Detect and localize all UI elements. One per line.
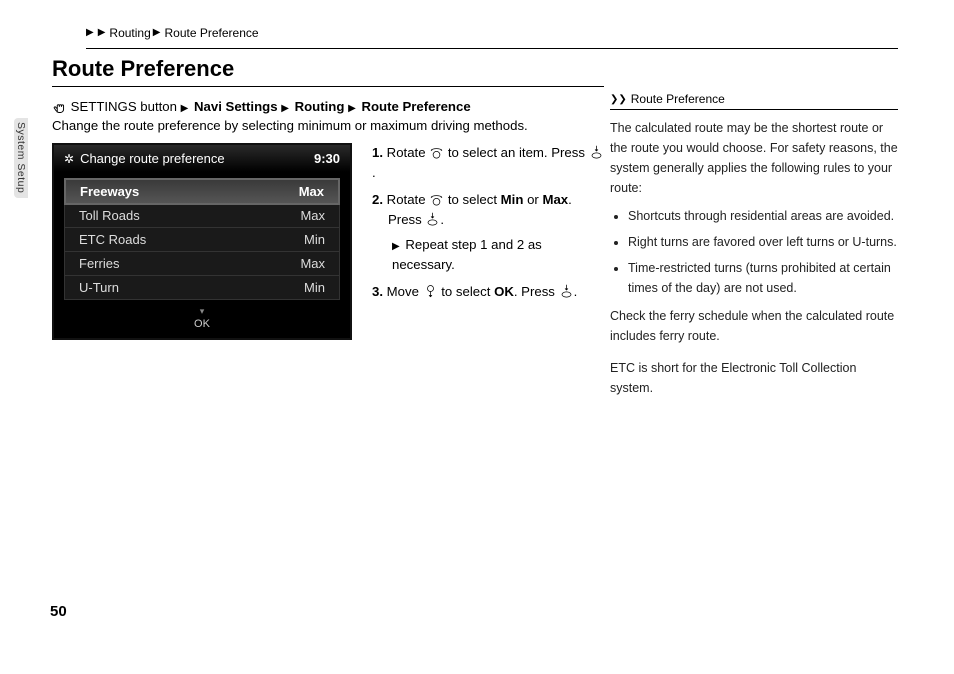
sidebar-bullet: Time-restricted turns (turns prohibited … xyxy=(628,258,898,298)
step-bold: Max xyxy=(542,192,568,207)
breadcrumb: ▶ ▶ Routing ▶ Route Preference xyxy=(86,22,898,49)
screenshot-row-value: Max xyxy=(300,208,325,223)
screenshot-title: Change route preference xyxy=(80,151,225,166)
sidebar-bullet: Right turns are favored over left turns … xyxy=(628,232,898,252)
rotate-dial-icon xyxy=(429,145,444,160)
nav-path-seg: Navi Settings xyxy=(194,99,278,114)
sidebar-title: Route Preference xyxy=(631,92,725,106)
triangle-icon: ▶ xyxy=(98,28,106,38)
sidebar-intro: The calculated route may be the shortest… xyxy=(610,118,898,198)
section-tab-label: System Setup xyxy=(15,122,27,193)
step-text: . xyxy=(568,192,572,207)
move-dial-icon xyxy=(423,284,438,299)
description: Change the route preference by selecting… xyxy=(52,118,604,133)
step-text: to select xyxy=(441,284,490,299)
page-number: 50 xyxy=(50,603,67,620)
nav-path-seg: Route Preference xyxy=(361,99,470,114)
triangle-icon: ▶ xyxy=(281,103,289,114)
breadcrumb-seg: Route Preference xyxy=(164,26,258,40)
gear-icon: ✲ xyxy=(64,152,74,166)
screenshot-row-label: ETC Roads xyxy=(79,232,146,247)
screenshot-row-value: Min xyxy=(304,280,325,295)
screenshot-row-label: Ferries xyxy=(79,256,119,271)
page-title: Route Preference xyxy=(52,56,604,87)
step-text: Move xyxy=(387,284,419,299)
screenshot-row: Freeways Max xyxy=(64,178,340,205)
triangle-icon: ▶ xyxy=(86,28,94,38)
step-text: . xyxy=(372,165,376,180)
section-tab: System Setup xyxy=(14,118,28,198)
screenshot-row-label: Freeways xyxy=(80,184,139,199)
step-text: or xyxy=(527,192,539,207)
breadcrumb-seg: Routing xyxy=(109,26,150,40)
screenshot-time: 9:30 xyxy=(314,151,340,166)
step-list: 1. Rotate to select an item. Press . 2. … xyxy=(372,143,604,308)
triangle-icon: ▶ xyxy=(181,103,189,114)
step-text: Press xyxy=(388,212,422,227)
press-dial-icon xyxy=(559,284,574,299)
triangle-icon: ▶ xyxy=(348,103,356,114)
screenshot-row: Ferries Max xyxy=(65,252,339,276)
screenshot-row: Toll Roads Max xyxy=(65,204,339,228)
step-text: . Press xyxy=(514,284,555,299)
rotate-dial-icon xyxy=(429,192,444,207)
step-bold: OK xyxy=(494,284,514,299)
screenshot-row-value: Max xyxy=(300,256,325,271)
nav-path: SETTINGS button ▶ Navi Settings ▶ Routin… xyxy=(52,99,604,114)
screenshot-row-label: U-Turn xyxy=(79,280,119,295)
triangle-icon: ▶ xyxy=(153,28,161,38)
step-text: Rotate xyxy=(387,192,426,207)
step-text: to select an item. Press xyxy=(448,145,585,160)
sidebar-bullet: Shortcuts through residential areas are … xyxy=(628,206,898,226)
step-repeat: Repeat step 1 and 2 as necessary. xyxy=(392,237,542,272)
screenshot-row: U-Turn Min xyxy=(65,276,339,299)
sidebar-paragraph: Check the ferry schedule when the calcul… xyxy=(610,306,898,346)
step-text: . xyxy=(574,284,578,299)
step-text: Rotate xyxy=(387,145,426,160)
step-text: to select xyxy=(448,192,497,207)
screenshot-row: ETC Roads Min xyxy=(65,228,339,252)
device-screenshot: ✲ Change route preference 9:30 Freeways M… xyxy=(52,143,352,340)
screenshot-row-value: Max xyxy=(299,184,324,199)
screenshot-row-value: Min xyxy=(304,232,325,247)
chevron-down-icon: ▾ xyxy=(54,306,350,317)
triangle-icon: ▶ xyxy=(392,239,400,255)
step-bold: Min xyxy=(501,192,524,207)
hand-icon xyxy=(52,99,67,114)
sidebar-paragraph: ETC is short for the Electronic Toll Col… xyxy=(610,358,898,398)
nav-path-seg: Routing xyxy=(295,99,345,114)
screenshot-ok-label: OK xyxy=(194,318,210,330)
press-dial-icon xyxy=(589,145,604,160)
step-text: . xyxy=(440,212,444,227)
sidebar-note: ❯❯ Route Preference The calculated route… xyxy=(610,92,898,398)
press-dial-icon xyxy=(425,212,440,227)
double-chevron-icon: ❯❯ xyxy=(610,94,627,105)
nav-path-btn: SETTINGS button xyxy=(71,99,177,114)
screenshot-row-label: Toll Roads xyxy=(79,208,140,223)
